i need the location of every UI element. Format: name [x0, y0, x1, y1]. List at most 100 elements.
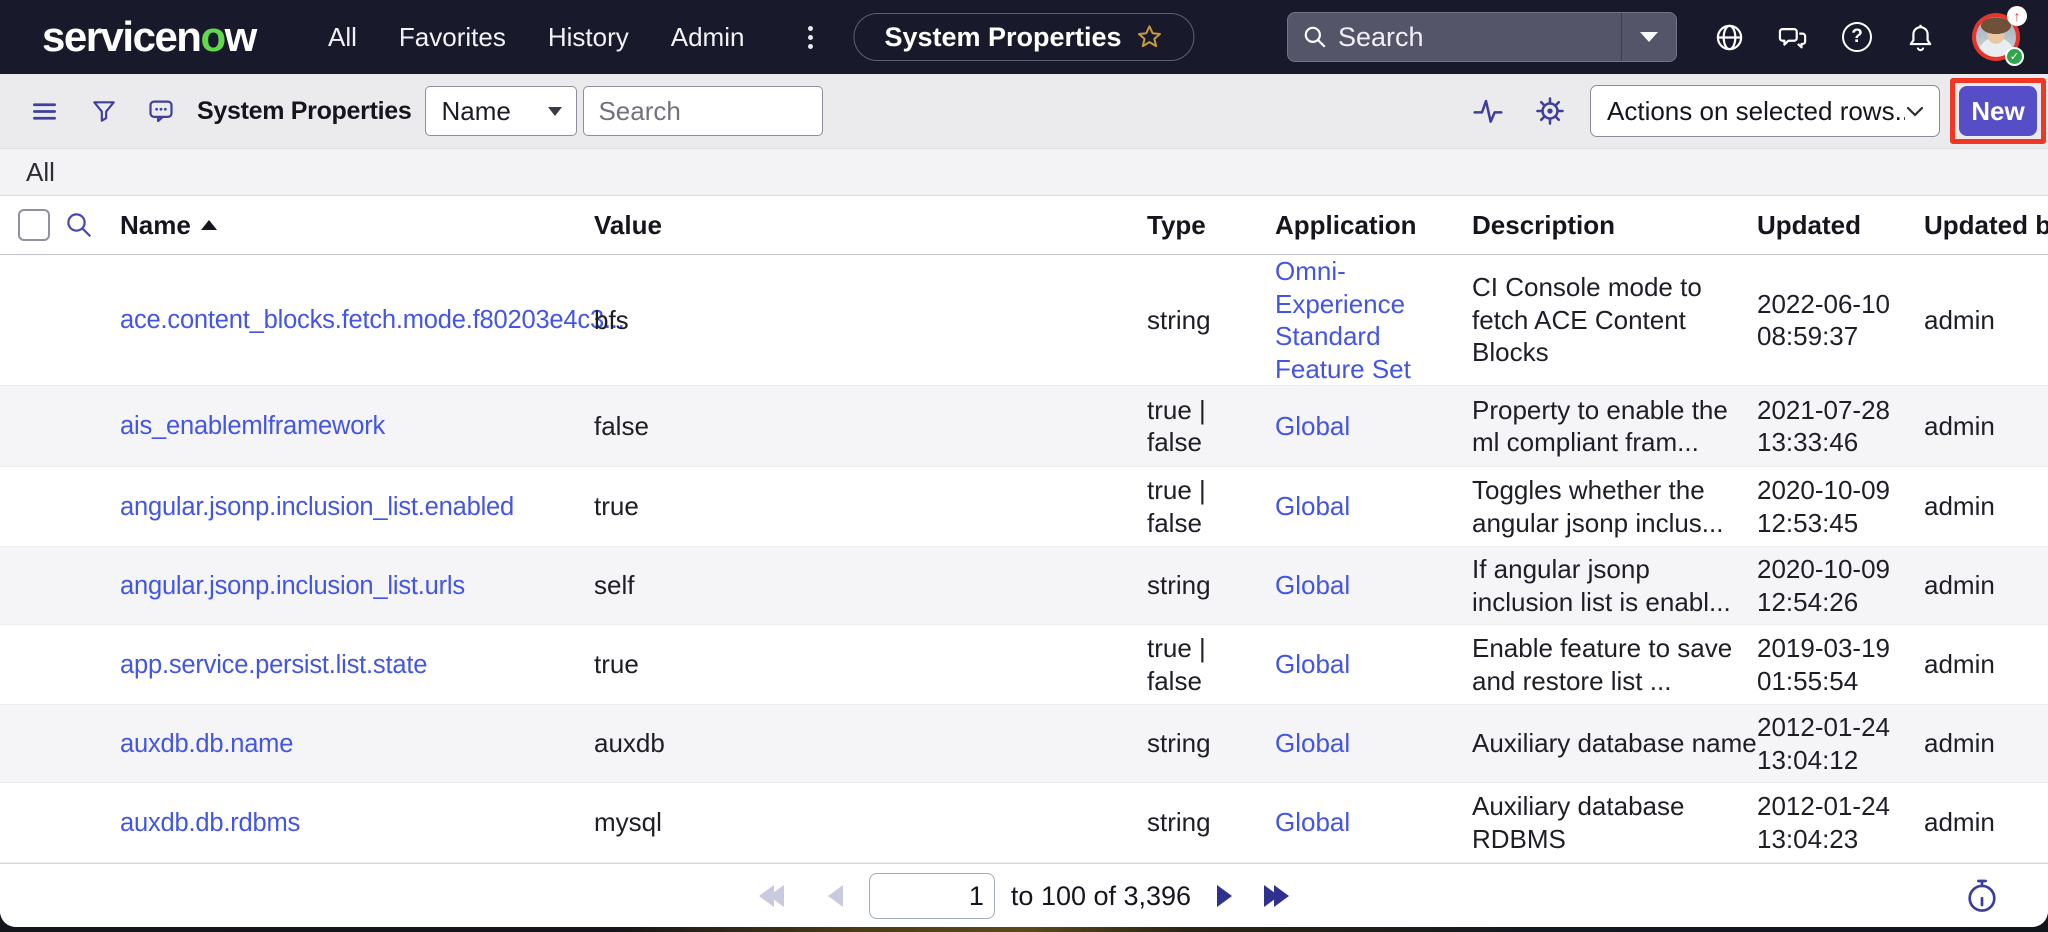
row-gutter — [0, 783, 120, 862]
application-link[interactable]: Global — [1275, 728, 1350, 758]
page-number-input[interactable] — [869, 873, 995, 919]
updated-cell: 2020-10-09 12:53:45 — [1757, 474, 1924, 539]
logo-accent: o — [200, 13, 224, 60]
column-header-description[interactable]: Description — [1472, 210, 1757, 241]
actions-dropdown[interactable]: Actions on selected rows... — [1590, 85, 1940, 137]
property-name-link[interactable]: auxdb.db.name — [120, 730, 293, 758]
value-cell: self — [594, 569, 1147, 602]
activity-stream-icon[interactable] — [1472, 95, 1504, 127]
first-page-button[interactable] — [759, 885, 784, 907]
column-header-updated[interactable]: Updated — [1757, 210, 1924, 241]
notifications-bell-icon[interactable] — [1905, 22, 1936, 53]
description-cell: Auxiliary database name — [1472, 727, 1757, 760]
row-gutter — [0, 255, 120, 385]
updated-by-cell: admin — [1924, 569, 2048, 602]
main-panel: servicenow All Favorites History Admin S… — [0, 0, 2048, 927]
description-cell: CI Console mode to fetch ACE Content Blo… — [1472, 271, 1757, 369]
type-cell: string — [1147, 806, 1275, 839]
updated-by-cell: admin — [1924, 806, 2048, 839]
caret-down-icon — [548, 107, 562, 116]
updated-by-cell: admin — [1924, 490, 2048, 523]
row-gutter — [0, 625, 120, 704]
response-time-stopwatch-icon[interactable] — [1964, 878, 2000, 914]
property-name-link[interactable]: angular.jsonp.inclusion_list.urls — [120, 572, 465, 600]
list-search-input[interactable] — [583, 86, 823, 136]
type-cell: string — [1147, 304, 1275, 337]
table-row[interactable]: auxdb.db.rdbms mysql string Global Auxil… — [0, 783, 2048, 863]
global-search-input[interactable] — [1338, 22, 1621, 53]
application-link[interactable]: Global — [1275, 491, 1350, 521]
table-row[interactable]: app.service.persist.list.state true true… — [0, 625, 2048, 705]
user-avatar[interactable] — [1972, 13, 2020, 61]
primary-nav: All Favorites History Admin — [328, 0, 744, 74]
nav-item-history[interactable]: History — [548, 22, 629, 53]
column-header-updated-by[interactable]: Updated by — [1924, 210, 2048, 241]
property-name-link[interactable]: auxdb.db.rdbms — [120, 809, 300, 837]
value-cell: true — [594, 490, 1147, 523]
property-name-link[interactable]: ace.content_blocks.fetch.mode.f80203e4c3… — [120, 306, 625, 334]
pinned-tab-system-properties[interactable]: System Properties — [853, 13, 1194, 61]
property-name-link[interactable]: app.service.persist.list.state — [120, 651, 427, 679]
breadcrumb-all[interactable]: All — [26, 157, 55, 188]
table-row[interactable]: angular.jsonp.inclusion_list.enabled tru… — [0, 467, 2048, 547]
screen: servicenow All Favorites History Admin S… — [0, 0, 2048, 932]
last-page-button[interactable] — [1264, 885, 1289, 907]
comments-icon[interactable] — [147, 97, 175, 125]
property-name-link[interactable]: ais_enablemlframework — [120, 412, 385, 440]
type-cell: string — [1147, 727, 1275, 760]
application-link[interactable]: Global — [1275, 411, 1350, 441]
chat-icon[interactable] — [1778, 22, 1809, 53]
column-header-application[interactable]: Application — [1275, 210, 1472, 241]
application-link[interactable]: Global — [1275, 570, 1350, 600]
globe-icon[interactable] — [1714, 22, 1745, 53]
value-cell: true — [594, 648, 1147, 681]
annotation-highlight-box: New — [1950, 78, 2046, 144]
table-row[interactable]: auxdb.db.name auxdb string Global Auxili… — [0, 705, 2048, 783]
header-gutter — [0, 196, 120, 254]
updated-by-cell: admin — [1924, 648, 2048, 681]
description-cell: Toggles whether the angular jsonp inclus… — [1472, 474, 1757, 539]
select-all-checkbox[interactable] — [18, 209, 50, 241]
table-row[interactable]: angular.jsonp.inclusion_list.urls self s… — [0, 547, 2048, 625]
application-link[interactable]: Omni-Experience Standard Feature Set — [1275, 256, 1411, 384]
kebab-menu-icon[interactable] — [797, 22, 823, 52]
next-page-button[interactable] — [1217, 885, 1232, 907]
row-gutter — [0, 547, 120, 624]
search-scope-dropdown[interactable] — [1622, 13, 1676, 61]
column-header-value[interactable]: Value — [594, 210, 1147, 241]
new-button[interactable]: New — [1959, 86, 2037, 136]
filter-icon[interactable] — [91, 98, 117, 124]
servicenow-logo[interactable]: servicenow — [42, 13, 256, 61]
nav-item-all[interactable]: All — [328, 22, 357, 53]
chevron-down-icon — [1640, 32, 1658, 42]
actions-dropdown-value: Actions on selected rows... — [1607, 96, 1905, 127]
updated-by-cell: admin — [1924, 410, 2048, 443]
previous-page-button[interactable] — [828, 885, 843, 907]
settings-gear-icon[interactable] — [1534, 95, 1566, 127]
table-body: ace.content_blocks.fetch.mode.f80203e4c3… — [0, 255, 2048, 863]
application-link[interactable]: Global — [1275, 649, 1350, 679]
application-link[interactable]: Global — [1275, 807, 1350, 837]
list-menu-icon[interactable] — [31, 98, 58, 125]
column-search-icon[interactable] — [64, 210, 94, 240]
column-header-name[interactable]: Name — [120, 210, 594, 241]
search-field-selector[interactable]: Name — [425, 86, 577, 136]
help-icon[interactable] — [1842, 22, 1872, 52]
property-name-link[interactable]: angular.jsonp.inclusion_list.enabled — [120, 493, 514, 521]
column-header-name-label: Name — [120, 210, 191, 241]
value-cell: bfs — [594, 304, 1147, 337]
table-row[interactable]: ace.content_blocks.fetch.mode.f80203e4c3… — [0, 255, 2048, 386]
table-row[interactable]: ais_enablemlframework false true | false… — [0, 386, 2048, 467]
table-header-row: Name Value Type Application Description … — [0, 196, 2048, 255]
description-cell: Enable feature to save and restore list … — [1472, 632, 1757, 697]
nav-item-admin[interactable]: Admin — [671, 22, 745, 53]
nav-item-favorites[interactable]: Favorites — [399, 22, 506, 53]
row-gutter — [0, 386, 120, 466]
updated-cell: 2021-07-28 13:33:46 — [1757, 394, 1924, 459]
updated-cell: 2020-10-09 12:54:26 — [1757, 553, 1924, 618]
value-cell: mysql — [594, 806, 1147, 839]
column-header-type[interactable]: Type — [1147, 210, 1275, 241]
row-gutter — [0, 467, 120, 546]
favorite-star-icon[interactable] — [1136, 23, 1164, 51]
search-icon — [1302, 24, 1328, 50]
